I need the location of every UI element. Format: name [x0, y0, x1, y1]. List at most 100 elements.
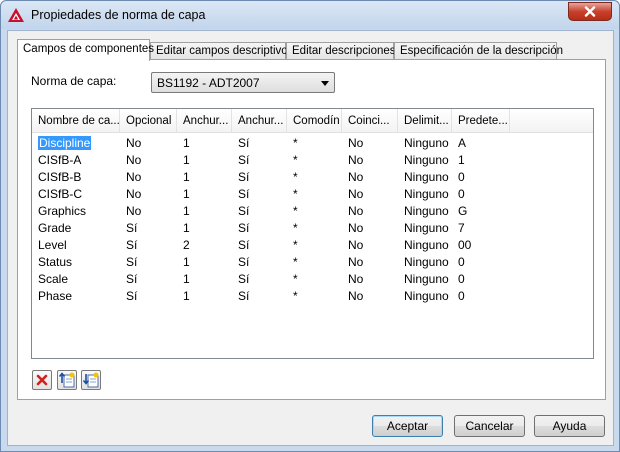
cell-text: Sí: [126, 238, 138, 252]
cell-text: *: [293, 289, 298, 303]
cell-text: Sí: [238, 289, 250, 303]
cell-text: Discipline: [38, 136, 92, 150]
cell-text: No: [348, 272, 364, 286]
table-cell-anchura-2: Sí: [232, 236, 287, 253]
table-row[interactable]: Phase Sí 1 Sí * No Ninguno 0: [32, 287, 593, 304]
cell-text: 1: [183, 289, 190, 303]
cell-text: CISfB-A: [38, 153, 82, 167]
cell-text: Level: [38, 238, 67, 252]
table-cell-anchura-2: Sí: [232, 253, 287, 270]
move-up-button[interactable]: [57, 370, 77, 390]
chevron-down-icon: [321, 81, 329, 86]
table-cell-anchura-2: Sí: [232, 151, 287, 168]
table-cell-anchura-1: 2: [177, 236, 232, 253]
cell-text: *: [293, 187, 298, 201]
cell-text: 1: [183, 187, 190, 201]
norma-capa-dropdown[interactable]: BS1192 - ADT2007: [151, 72, 335, 93]
table-cell-comodin: *: [287, 287, 342, 304]
move-down-button[interactable]: [81, 370, 101, 390]
cell-text: 1: [183, 136, 190, 150]
table-cell-nombre: CISfB-C: [32, 185, 120, 202]
tab-editar-campos-descriptivos[interactable]: Editar campos descriptivos: [150, 42, 293, 60]
dialog-client-area: Campos de componentes Editar campos desc…: [7, 30, 614, 446]
cell-text: 1: [183, 204, 190, 218]
table-row[interactable]: CISfB-B No 1 Sí * No Ninguno 0: [32, 168, 593, 185]
table-cell-nombre: Level: [32, 236, 120, 253]
cell-text: Ninguno: [404, 221, 449, 235]
cell-text: A: [458, 136, 467, 150]
tab-campos-componentes[interactable]: Campos de componentes: [17, 39, 154, 61]
table-row[interactable]: Scale Sí 1 Sí * No Ninguno 0: [32, 270, 593, 287]
table-cell-comodin: *: [287, 236, 342, 253]
table-row[interactable]: CISfB-C No 1 Sí * No Ninguno 0: [32, 185, 593, 202]
component-fields-list[interactable]: Nombre de ca... Opcional Anchur... Anchur..…: [31, 108, 594, 359]
column-header-opcional[interactable]: Opcional: [120, 109, 177, 133]
help-button[interactable]: Ayuda: [534, 415, 605, 437]
table-cell-opcional: Sí: [120, 236, 177, 253]
table-cell-anchura-2: Sí: [232, 134, 287, 151]
table-cell-nombre: Phase: [32, 287, 120, 304]
table-cell-opcional: Sí: [120, 270, 177, 287]
cell-text: No: [348, 204, 364, 218]
cell-text: *: [293, 204, 298, 218]
table-row[interactable]: Graphics No 1 Sí * No Ninguno G: [32, 202, 593, 219]
table-cell-comodin: *: [287, 134, 342, 151]
cell-text: *: [293, 238, 298, 252]
cell-text: Ninguno: [404, 255, 449, 269]
column-header-coincidencia[interactable]: Coinci...: [342, 109, 398, 133]
table-cell-delimitador: Ninguno: [398, 151, 452, 168]
table-cell-delimitador: Ninguno: [398, 287, 452, 304]
column-header-anchura-2[interactable]: Anchur...: [232, 109, 287, 133]
cell-text: Sí: [126, 255, 138, 269]
column-header-anchura-1[interactable]: Anchur...: [177, 109, 232, 133]
tab-editar-descripciones[interactable]: Editar descripciones: [286, 42, 396, 60]
cell-text: No: [126, 187, 142, 201]
table-cell-coincidencia: No: [342, 287, 398, 304]
cell-text: No: [348, 289, 364, 303]
table-cell-anchura-2: Sí: [232, 287, 287, 304]
title-bar[interactable]: Propiedades de norma de capa: [1, 1, 619, 29]
delete-button[interactable]: [32, 370, 52, 390]
table-cell-anchura-2: Sí: [232, 270, 287, 287]
table-row[interactable]: Level Sí 2 Sí * No Ninguno 00: [32, 236, 593, 253]
column-header-predeterminado[interactable]: Predete...: [452, 109, 510, 133]
table-row[interactable]: Discipline No 1 Sí * No Ninguno A: [32, 134, 593, 151]
cell-text: 7: [458, 221, 465, 235]
table-cell-predeterminado: A: [452, 134, 510, 151]
delete-icon: [36, 374, 48, 386]
close-button[interactable]: [568, 2, 612, 21]
table-cell-anchura-1: 1: [177, 253, 232, 270]
move-down-icon: [83, 372, 99, 388]
cell-text: No: [348, 221, 364, 235]
cell-text: 0: [458, 255, 465, 269]
cancel-button[interactable]: Cancelar: [454, 415, 525, 437]
cell-text: 1: [183, 153, 190, 167]
column-header-delimitador[interactable]: Delimit...: [398, 109, 452, 133]
table-row[interactable]: Status Sí 1 Sí * No Ninguno 0: [32, 253, 593, 270]
table-cell-nombre: Discipline: [32, 134, 120, 151]
cell-text: Ninguno: [404, 204, 449, 218]
cell-text: Scale: [38, 272, 69, 286]
table-row[interactable]: Grade Sí 1 Sí * No Ninguno 7: [32, 219, 593, 236]
table-cell-nombre: CISfB-B: [32, 168, 120, 185]
table-cell-delimitador: Ninguno: [398, 219, 452, 236]
cell-text: Ninguno: [404, 136, 449, 150]
column-header-nombre[interactable]: Nombre de ca...: [32, 109, 120, 133]
tab-especificacion-descripcion[interactable]: Especificación de la descripción: [394, 42, 563, 60]
cell-text: G: [458, 204, 468, 218]
cell-text: Phase: [38, 289, 73, 303]
table-cell-nombre: CISfB-A: [32, 151, 120, 168]
ok-button[interactable]: Aceptar: [372, 415, 443, 437]
cell-text: Ninguno: [404, 238, 449, 252]
cell-text: No: [348, 187, 364, 201]
table-row[interactable]: CISfB-A No 1 Sí * No Ninguno 1: [32, 151, 593, 168]
cell-text: Sí: [238, 238, 250, 252]
cell-text: Sí: [238, 187, 250, 201]
table-cell-delimitador: Ninguno: [398, 270, 452, 287]
table-cell-coincidencia: No: [342, 236, 398, 253]
table-cell-nombre: Grade: [32, 219, 120, 236]
table-cell-anchura-2: Sí: [232, 219, 287, 236]
column-header-comodin[interactable]: Comodín: [287, 109, 342, 133]
cell-text: 1: [183, 170, 190, 184]
cell-text: Ninguno: [404, 272, 449, 286]
